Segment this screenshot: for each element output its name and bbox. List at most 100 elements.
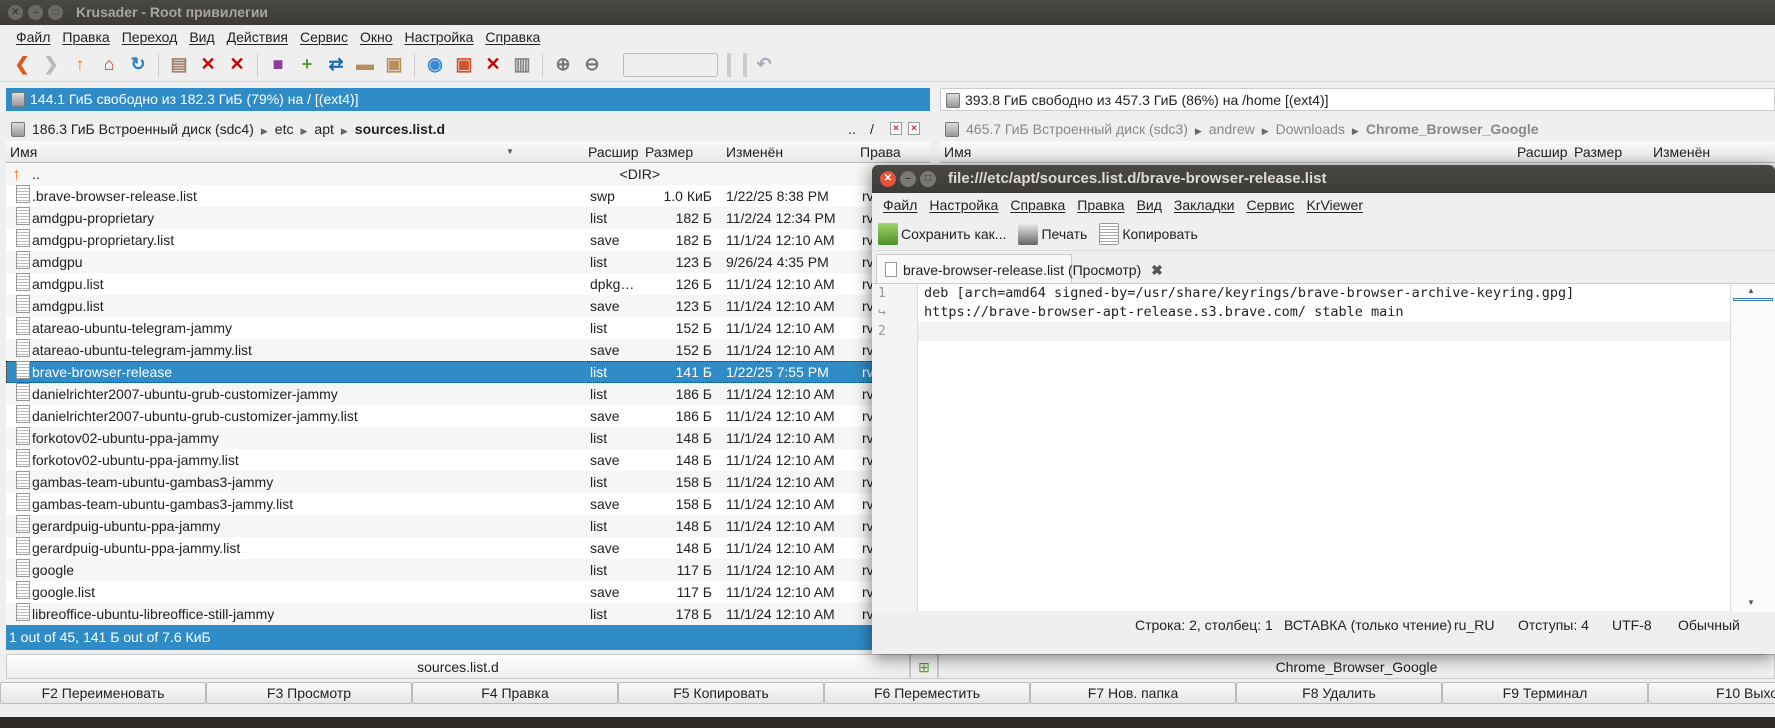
viewer-menu-item[interactable]: KrViewer <box>1300 197 1369 213</box>
file-row[interactable]: forkotov02-ubuntu-ppa-jammy list 148 Б 11/1… <box>6 427 930 449</box>
root-dir-button[interactable]: / <box>870 118 874 140</box>
file-row[interactable]: danielrichter2007-ubuntu-grub-customizer… <box>6 383 930 405</box>
viewer-menu-item[interactable]: Сервис <box>1240 197 1300 213</box>
breadcrumb-item[interactable]: sources.list.d <box>355 121 445 137</box>
back-icon[interactable]: ❮ <box>10 53 34 77</box>
vertical-scrollbar[interactable]: ▲ ▼ <box>1730 284 1775 612</box>
left-panel-tab[interactable]: sources.list.d <box>6 654 910 679</box>
scroll-up-icon[interactable]: ▲ <box>1747 286 1755 295</box>
copy-button[interactable]: Копировать <box>1099 222 1198 245</box>
file-row[interactable]: gambas-team-ubuntu-gambas3-jammy list 158 … <box>6 471 930 493</box>
language[interactable]: ru_RU <box>1454 617 1494 633</box>
close-red-icon[interactable]: ✕ <box>908 122 920 135</box>
unpack-icon[interactable]: ▣ <box>382 53 406 77</box>
view-file-icon[interactable]: ▤ <box>167 53 191 77</box>
menu-item[interactable]: Действия <box>221 29 294 45</box>
print-button[interactable]: Печать <box>1018 222 1087 245</box>
file-row[interactable]: google.list save 117 Б 11/1/24 12:10 AM rv <box>6 581 930 603</box>
menu-item[interactable]: Сервис <box>294 29 354 45</box>
breadcrumb-item[interactable]: apt <box>314 121 333 137</box>
viewer-menu-item[interactable]: Правка <box>1071 197 1130 213</box>
zoom-out-icon[interactable]: ⊖ <box>580 53 604 77</box>
quick-filter-input[interactable] <box>623 52 718 77</box>
file-row[interactable]: amdgpu.list dpkg… 126 Б 11/1/24 12:10 AM rv <box>6 273 930 295</box>
close-window-button[interactable]: ✕ <box>8 5 23 20</box>
close-red-icon[interactable]: ✕ <box>481 53 505 77</box>
column-header[interactable]: Изменён <box>726 141 783 163</box>
menu-item[interactable]: Справка <box>479 29 546 45</box>
file-row[interactable]: forkotov02-ubuntu-ppa-jammy.list save 148 … <box>6 449 930 471</box>
breadcrumb-item[interactable]: andrew <box>1209 121 1255 137</box>
highlight-mode[interactable]: Обычный <box>1678 617 1740 633</box>
close-red-icon[interactable]: ✕ <box>225 53 249 77</box>
terminal-icon[interactable]: ■ <box>266 53 290 77</box>
file-row[interactable]: amdgpu-proprietary list 182 Б 11/2/24 12:34… <box>6 207 930 229</box>
viewer-menu-item[interactable]: Вид <box>1131 197 1168 213</box>
close-red-icon[interactable]: ✕ <box>890 122 902 135</box>
menu-item[interactable]: Переход <box>116 29 184 45</box>
encoding[interactable]: UTF-8 <box>1612 617 1652 633</box>
file-row[interactable]: gerardpuig-ubuntu-ppa-jammy list 148 Б 11/1… <box>6 515 930 537</box>
fkey-button[interactable]: F10 Выход <box>1648 682 1775 704</box>
viewer-maximize-button[interactable]: □ <box>920 171 936 187</box>
fkey-button[interactable]: F7 Нов. папка <box>1030 682 1236 704</box>
zoom-in-icon[interactable]: ⊕ <box>551 53 575 77</box>
right-panel-tab[interactable]: Chrome_Browser_Google <box>938 654 1775 679</box>
file-row[interactable]: gambas-team-ubuntu-gambas3-jammy.list sav… <box>6 493 930 515</box>
mount-icon[interactable]: ▣ <box>452 53 476 77</box>
close-red-icon[interactable]: ✕ <box>196 53 220 77</box>
file-row[interactable]: google list 117 Б 11/1/24 12:10 AM rv <box>6 559 930 581</box>
save-as-button[interactable]: Сохранить как... <box>878 222 1006 245</box>
menu-item[interactable]: Вид <box>183 29 220 45</box>
viewer-tab[interactable]: brave-browser-release.list (Просмотр) ✖ <box>876 254 1163 284</box>
file-row[interactable]: danielrichter2007-ubuntu-grub-customizer… <box>6 405 930 427</box>
column-header[interactable]: Имя <box>944 141 971 163</box>
menu-item[interactable]: Настройка <box>399 29 480 45</box>
left-free-space-bar[interactable]: 144.1 ГиБ свободно из 182.3 ГиБ (79%) на… <box>6 88 930 111</box>
breadcrumb-item[interactable]: etc <box>275 121 294 137</box>
file-row[interactable]: libreoffice-ubuntu-libreoffice-still-jam… <box>6 603 930 625</box>
new-file-icon[interactable]: + <box>295 53 319 77</box>
column-header[interactable]: Права <box>860 141 901 163</box>
close-tab-icon[interactable]: ✖ <box>1151 262 1163 278</box>
file-row[interactable]: amdgpu list 123 Б 9/26/24 4:35 PM rv <box>6 251 930 273</box>
up-arrow-icon[interactable]: ↑ <box>68 53 92 77</box>
fkey-button[interactable]: F5 Копировать <box>618 682 824 704</box>
column-header[interactable]: Размер <box>1574 141 1622 163</box>
fkey-button[interactable]: F8 Удалить <box>1236 682 1442 704</box>
menu-item[interactable]: Окно <box>354 29 399 45</box>
fkey-button[interactable]: F3 Просмотр <box>206 682 412 704</box>
viewer-menu-item[interactable]: Файл <box>877 197 923 213</box>
file-row[interactable]: atareao-ubuntu-telegram-jammy.list save 15… <box>6 339 930 361</box>
menu-item[interactable]: Правка <box>56 29 115 45</box>
breadcrumb-item[interactable]: Downloads <box>1276 121 1345 137</box>
compare-icon[interactable]: ⇄ <box>324 53 348 77</box>
column-header[interactable]: Размер <box>645 141 693 163</box>
indentation[interactable]: Отступы: 4 <box>1518 617 1589 633</box>
refresh-icon[interactable]: ↻ <box>126 53 150 77</box>
right-free-space-bar[interactable]: 393.8 ГиБ свободно из 457.3 ГиБ (86%) на… <box>940 88 1775 111</box>
viewer-menu-item[interactable]: Справка <box>1004 197 1071 213</box>
viewer-menu-item[interactable]: Настройка <box>923 197 1004 213</box>
home-icon[interactable]: ⌂ <box>97 53 121 77</box>
file-row[interactable]: amdgpu-proprietary.list save 182 Б 11/1/24 … <box>6 229 930 251</box>
scroll-down-icon[interactable]: ▼ <box>1747 598 1755 607</box>
column-header[interactable]: Имя <box>10 141 37 163</box>
file-row[interactable]: .brave-browser-release.list swp 1.0 КиБ 1/2… <box>6 185 930 207</box>
pack-icon[interactable]: ▬ <box>353 53 377 77</box>
fkey-button[interactable]: F9 Терминал <box>1442 682 1648 704</box>
network-icon[interactable]: ◉ <box>423 53 447 77</box>
fkey-button[interactable]: F6 Переместить <box>824 682 1030 704</box>
viewer-close-button[interactable]: ✕ <box>880 171 896 187</box>
viewer-minimize-button[interactable]: – <box>900 171 916 187</box>
breadcrumb-item[interactable]: 465.7 ГиБ Встроенный диск (sdc3) <box>966 121 1188 137</box>
viewer-menu-item[interactable]: Закладки <box>1168 197 1241 213</box>
column-header[interactable]: Расшир <box>1517 141 1568 163</box>
forward-icon[interactable]: ❯ <box>39 53 63 77</box>
menu-item[interactable]: Файл <box>10 29 56 45</box>
column-header[interactable]: Расшир <box>588 141 639 163</box>
file-row[interactable]: amdgpu.list save 123 Б 11/1/24 12:10 AM rv <box>6 295 930 317</box>
text-view[interactable]: 1 ↪ 2 deb [arch=amd64 signed-by=/usr/share… <box>872 283 1775 612</box>
file-row[interactable]: atareao-ubuntu-telegram-jammy list 152 Б 11… <box>6 317 930 339</box>
file-row[interactable]: ↑.. <DIR> <box>6 163 930 185</box>
